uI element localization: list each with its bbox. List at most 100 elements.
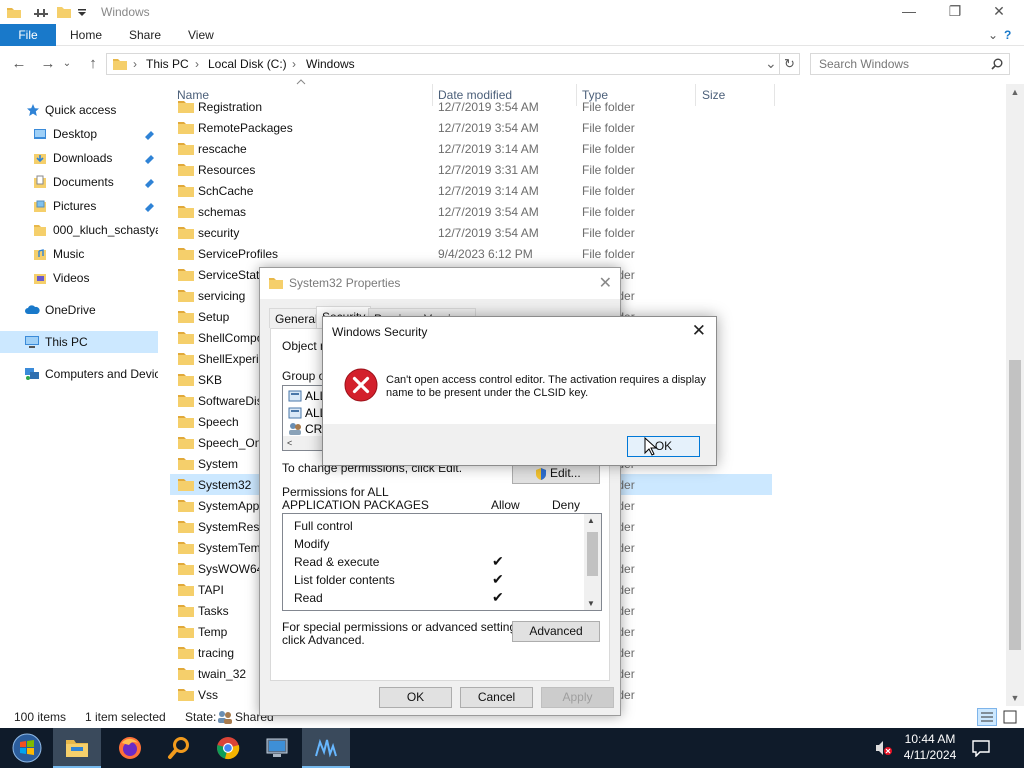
file-name: SysWOW64 <box>198 562 264 576</box>
allow-check-icon: ✔ <box>492 589 504 605</box>
ribbon-expand-icon[interactable]: ⌄ <box>988 24 998 46</box>
taskbar-terminal-app[interactable] <box>302 728 350 768</box>
permissions-for-label: Permissions for ALL <box>282 485 389 499</box>
nav-videos[interactable]: Videos <box>0 267 158 289</box>
magnifier-app-icon <box>168 737 189 759</box>
address-bar[interactable]: › This PC › Local Disk (C:) › Windows ⌄ <box>106 53 780 75</box>
properties-cancel-button[interactable]: Cancel <box>460 687 533 708</box>
folder-icon <box>178 668 194 680</box>
start-button[interactable] <box>2 728 50 768</box>
scroll-left-icon[interactable]: < <box>287 438 292 448</box>
file-row[interactable]: rescache 12/7/2019 3:14 AM File folder <box>170 138 772 159</box>
file-name: System <box>198 457 239 471</box>
nav-computers-label: Computers and Devices <box>45 367 158 381</box>
nav-pictures[interactable]: Pictures <box>0 195 158 217</box>
nav-onedrive[interactable]: OneDrive <box>0 299 158 321</box>
file-type: File folder <box>582 184 635 198</box>
file-name: Resources <box>198 163 256 177</box>
properties-ok-button[interactable]: OK <box>379 687 452 708</box>
sort-ascending-icon <box>296 79 306 85</box>
nav-computers-and-devices[interactable]: Computers and Devices <box>0 363 158 385</box>
breadcrumb-windows[interactable]: Windows <box>306 57 355 71</box>
nav-this-pc[interactable]: This PC <box>0 331 158 353</box>
nav-000-kluch-schastya[interactable]: 000_kluch_schastya <box>0 219 158 241</box>
properties-apply-button[interactable]: Apply <box>541 687 614 708</box>
file-list-scrollbar[interactable]: ▲ ▼ <box>1006 84 1024 706</box>
deny-column-label: Deny <box>552 498 581 512</box>
permissions-scrollbar[interactable]: ▲ ▼ <box>584 514 601 610</box>
file-row[interactable]: Registration 12/7/2019 3:54 AM File folder <box>170 100 772 117</box>
folder-icon <box>269 278 283 289</box>
customize-quick-access-icon[interactable] <box>76 4 88 20</box>
file-type: File folder <box>582 163 635 177</box>
details-view-icon[interactable] <box>977 708 997 726</box>
maximize-button[interactable]: ❐ <box>932 0 978 24</box>
scroll-up-icon[interactable]: ▲ <box>587 516 595 525</box>
breadcrumb-this-pc[interactable]: This PC <box>146 57 189 71</box>
system-clock[interactable]: 10:44 AM 4/11/2024 <box>894 731 966 763</box>
volume-muted-icon[interactable] <box>875 740 893 756</box>
refresh-button[interactable]: ↻ <box>780 53 800 75</box>
folder-icon <box>178 458 194 470</box>
security-ok-button[interactable]: OK <box>627 436 700 457</box>
scroll-down-icon[interactable]: ▼ <box>587 599 595 608</box>
new-folder-quick-icon[interactable] <box>56 4 72 20</box>
file-date: 12/7/2019 3:54 AM <box>438 100 539 114</box>
security-dialog-close-button[interactable]: ✕ <box>692 321 706 341</box>
taskbar-chrome[interactable] <box>204 728 252 768</box>
nav-this-pc-label: This PC <box>45 335 88 349</box>
scroll-up-icon[interactable]: ▲ <box>1006 84 1024 100</box>
tab-share[interactable]: Share <box>129 24 161 46</box>
scrollbar-thumb[interactable] <box>587 532 598 576</box>
nav-music[interactable]: Music <box>0 243 158 265</box>
file-name: Speech <box>198 415 239 429</box>
breadcrumb-local-disk[interactable]: Local Disk (C:) <box>208 57 287 71</box>
file-row[interactable]: security 12/7/2019 3:54 AM File folder <box>170 222 772 243</box>
permission-name: Modify <box>294 537 330 551</box>
taskbar-search-tool[interactable] <box>155 728 203 768</box>
tab-home[interactable]: Home <box>70 24 102 46</box>
tab-file[interactable]: File <box>0 24 56 46</box>
scrollbar-thumb[interactable] <box>1009 360 1021 650</box>
minimize-button[interactable]: — <box>886 0 932 24</box>
properties-close-button[interactable]: ✕ <box>599 273 612 293</box>
large-icons-view-icon[interactable] <box>1001 708 1019 726</box>
permissions-list[interactable]: ▲ ▼ Full control Modify Read & execute ✔ Lis… <box>282 513 602 611</box>
close-window-button[interactable]: ✕ <box>976 0 1022 24</box>
file-name: Setup <box>198 310 230 324</box>
properties-title-bar[interactable]: System32 Properties ✕ <box>260 268 620 299</box>
address-dropdown-icon[interactable]: ⌄ <box>765 55 777 72</box>
folder-icon <box>178 500 194 512</box>
search-input[interactable]: Search Windows <box>810 53 1010 75</box>
pin-icon <box>145 155 154 164</box>
nav-quick-access[interactable]: Quick access <box>0 99 158 121</box>
file-row[interactable]: SchCache 12/7/2019 3:14 AM File folder <box>170 180 772 201</box>
nav-desktop[interactable]: Desktop <box>0 123 158 145</box>
file-row[interactable]: schemas 12/7/2019 3:54 AM File folder <box>170 201 772 222</box>
taskbar-firefox[interactable] <box>106 728 154 768</box>
file-type: File folder <box>582 142 635 156</box>
folder-icon <box>178 185 194 197</box>
folder-icon <box>178 689 194 701</box>
taskbar-file-explorer[interactable] <box>53 728 101 768</box>
nav-documents[interactable]: Documents <box>0 171 158 193</box>
back-button[interactable]: ← <box>8 54 30 74</box>
edit-permissions-button[interactable]: Edit... <box>512 463 600 484</box>
up-button[interactable]: ↑ <box>82 54 104 74</box>
recent-locations-button[interactable]: ⌄ <box>61 54 73 74</box>
folder-icon <box>178 248 194 260</box>
folder-icon <box>178 269 194 281</box>
advanced-button[interactable]: Advanced <box>512 621 600 642</box>
file-row[interactable]: ServiceProfiles 9/4/2023 6:12 PM File fold… <box>170 243 772 264</box>
scroll-down-icon[interactable]: ▼ <box>1006 690 1024 706</box>
file-row[interactable]: Resources 12/7/2019 3:31 AM File folder <box>170 159 772 180</box>
properties-quick-icon[interactable] <box>32 4 50 20</box>
forward-button[interactable]: → <box>37 54 59 74</box>
windows-start-icon <box>12 733 42 763</box>
notifications-icon[interactable] <box>972 739 990 757</box>
help-icon[interactable]: ? <box>1004 24 1011 46</box>
taskbar-remote-desktop[interactable] <box>253 728 301 768</box>
tab-view[interactable]: View <box>188 24 214 46</box>
file-row[interactable]: RemotePackages 12/7/2019 3:54 AM File fold… <box>170 117 772 138</box>
nav-downloads[interactable]: Downloads <box>0 147 158 169</box>
